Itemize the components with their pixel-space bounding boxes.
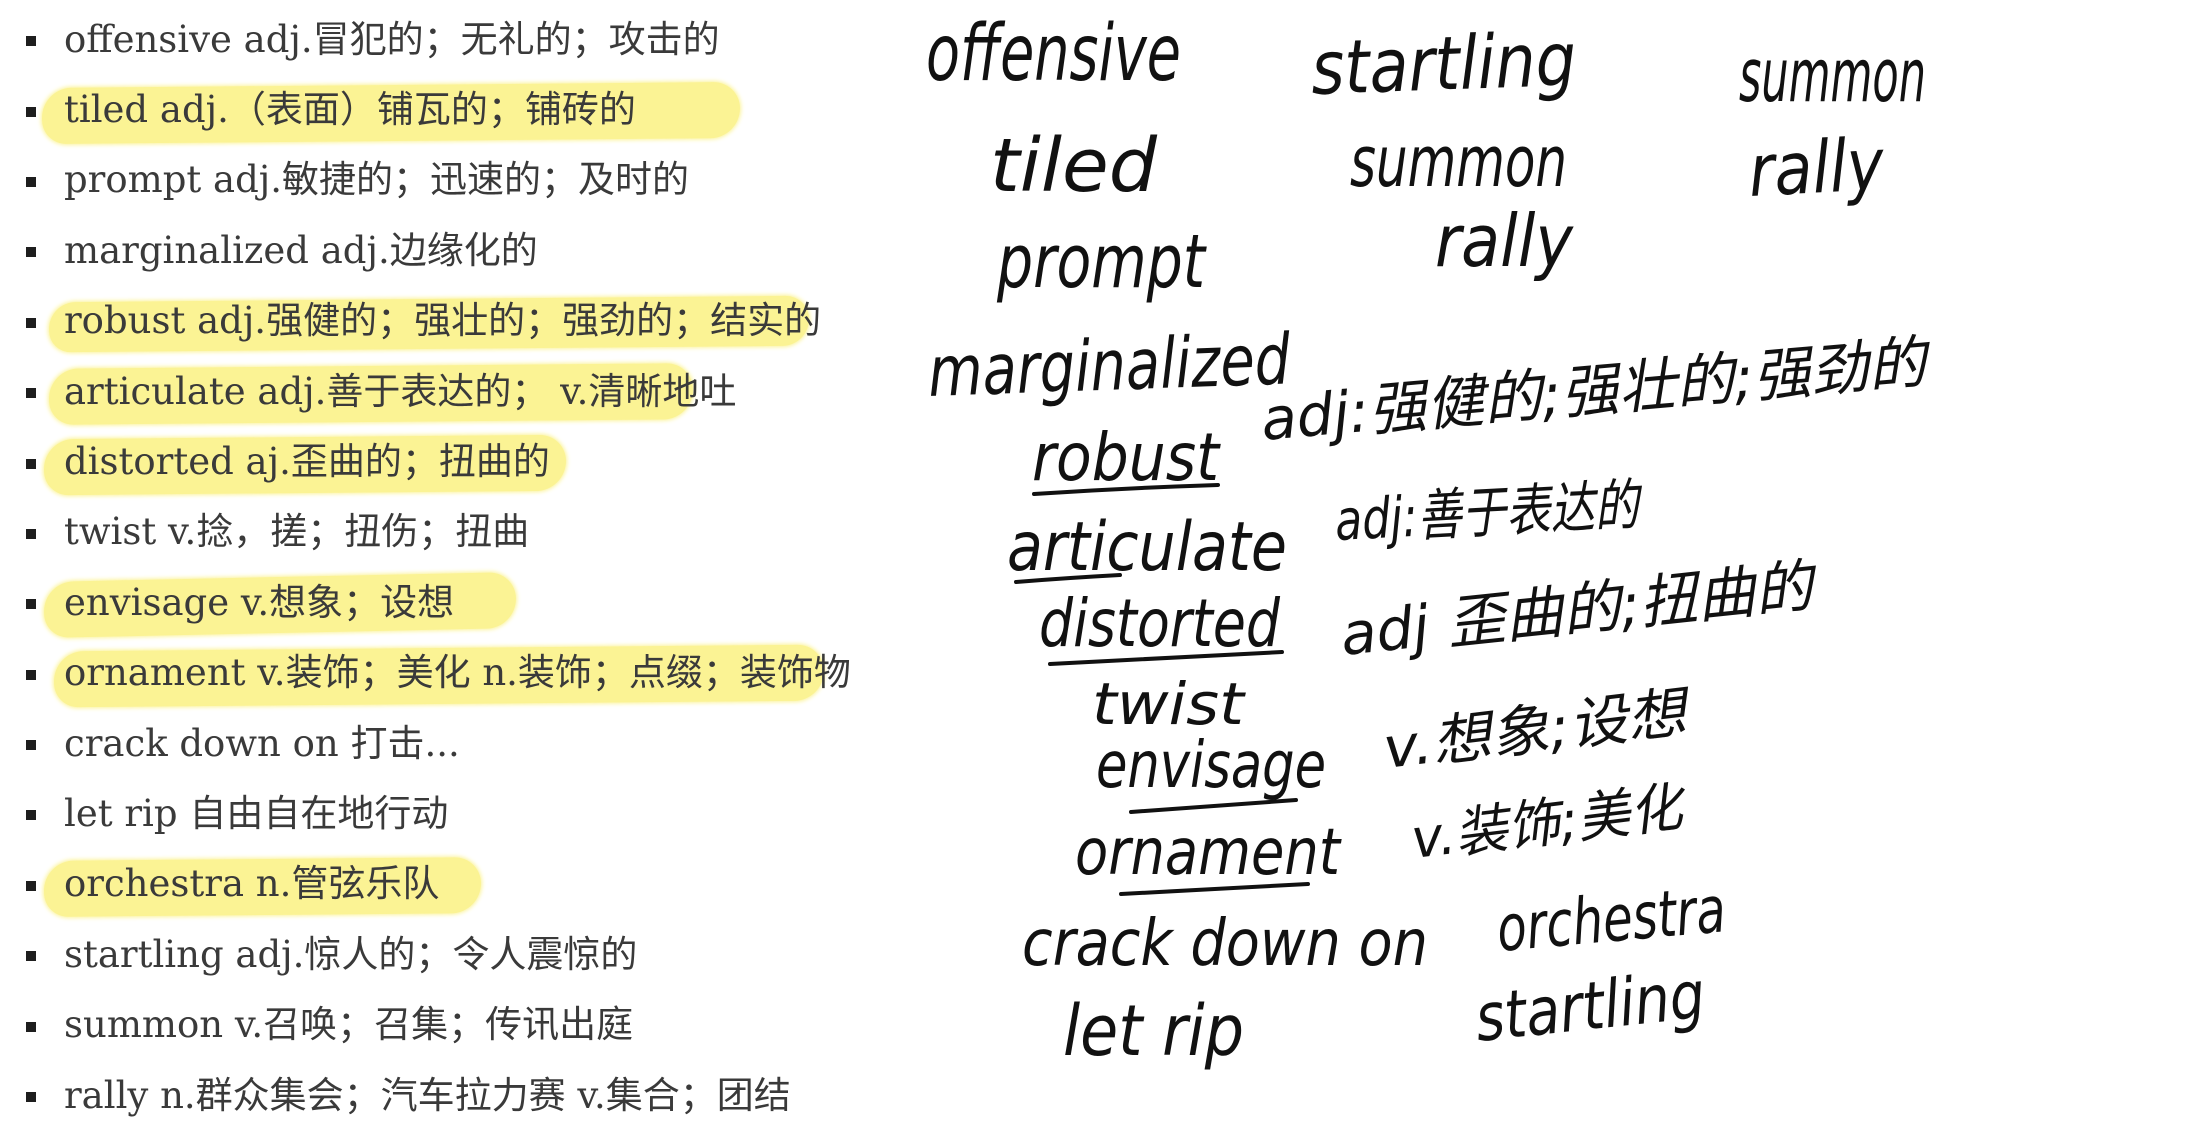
vocab-entry: distorted aj.歪曲的；扭曲的 — [64, 440, 550, 484]
vocab-entry: prompt adj.敏捷的；迅速的；及时的 — [64, 158, 690, 202]
handwritten-word: crack down on — [1022, 907, 1428, 981]
handwritten-word: robust — [1032, 419, 1221, 496]
underline-mark — [1014, 573, 1122, 584]
handwritten-definition: v.想象;设想 — [1380, 680, 1696, 782]
vocab-entry: startling adj.惊人的；令人震惊的 — [64, 932, 638, 976]
handwritten-word: summon — [1739, 33, 1926, 119]
vocab-entry: envisage v.想象；设想 — [64, 580, 455, 624]
list-item: ornament v.装饰；美化 n.装饰；点缀；装饰物 — [0, 638, 920, 708]
square-bullet-icon — [26, 176, 36, 187]
handwritten-word: startling — [1310, 17, 1578, 112]
square-bullet-icon — [26, 951, 36, 962]
square-bullet-icon — [26, 1021, 36, 1032]
handwritten-definition: adj 歪曲的;扭曲的 — [1337, 551, 1821, 669]
square-bullet-icon — [26, 388, 36, 399]
vocab-entry: crack down on 打击... — [64, 721, 460, 765]
vocab-entry: tiled adj.（表面）铺瓦的；铺砖的 — [64, 88, 636, 132]
handwritten-definition: v.装饰;美化 — [1408, 775, 1691, 871]
square-bullet-icon — [26, 599, 36, 610]
list-item: offensive adj.冒犯的；无礼的；攻击的 — [0, 4, 920, 74]
square-bullet-icon — [26, 1092, 36, 1103]
square-bullet-icon — [26, 36, 36, 47]
list-item: orchestra n.管弦乐队 — [0, 849, 920, 919]
vocab-entry: robust adj.强健的；强壮的；强劲的；结实的 — [64, 299, 822, 343]
handwritten-word: prompt — [996, 219, 1207, 305]
square-bullet-icon — [26, 247, 36, 258]
handwritten-word: rally — [1746, 122, 1886, 213]
vocab-entry: orchestra n.管弦乐队 — [64, 862, 440, 906]
list-item: twist v.捻，搓；扭伤；扭曲 — [0, 497, 920, 567]
handwritten-word: articulate — [1007, 508, 1287, 587]
underline-mark — [1048, 650, 1284, 666]
notes-page: offensive adj.冒犯的；无礼的；攻击的 tiled adj.（表面）… — [0, 0, 2207, 1146]
vocab-entry: rally n.群众集会；汽车拉力赛 v.集合；团结 — [64, 1073, 791, 1117]
handwritten-word: orchestra — [1494, 873, 1729, 967]
list-item: tiled adj.（表面）铺瓦的；铺砖的 — [0, 74, 920, 144]
vocabulary-list: offensive adj.冒犯的；无礼的；攻击的 tiled adj.（表面）… — [0, 4, 920, 1130]
handwritten-word: offensive — [926, 9, 1181, 99]
list-item: rally n.群众集会；汽车拉力赛 v.集合；团结 — [0, 1060, 920, 1130]
handwritten-word: marginalized — [927, 318, 1292, 413]
handwritten-definition: adj:强健的;强壮的;强劲的 — [1258, 328, 1934, 454]
underline-mark — [1032, 483, 1220, 496]
vocab-entry: let rip 自由自在地行动 — [64, 791, 449, 835]
list-item: envisage v.想象；设想 — [0, 567, 920, 639]
list-item: startling adj.惊人的；令人震惊的 — [0, 919, 920, 989]
list-item: let rip 自由自在地行动 — [0, 778, 920, 848]
list-item: prompt adj.敏捷的；迅速的；及时的 — [0, 145, 920, 215]
square-bullet-icon — [26, 880, 36, 891]
list-item: articulate adj.善于表达的； v.清晰地吐 — [0, 356, 920, 426]
handwritten-definition: adj:善于表达的 — [1333, 473, 1645, 554]
handwritten-word: distorted — [1039, 585, 1281, 662]
vocab-entry: articulate adj.善于表达的； v.清晰地吐 — [64, 369, 737, 413]
underline-mark — [1119, 882, 1310, 896]
list-item: summon v.召唤；召集；传讯出庭 — [0, 989, 920, 1059]
vocab-entry: offensive adj.冒犯的；无礼的；攻击的 — [64, 17, 720, 61]
handwritten-word: rally — [1435, 199, 1574, 283]
handwritten-word: tiled — [990, 123, 1158, 209]
square-bullet-icon — [26, 106, 36, 117]
handwritten-word: startling — [1472, 956, 1709, 1057]
square-bullet-icon — [26, 669, 36, 680]
handwritten-word: envisage — [1096, 729, 1326, 803]
square-bullet-icon — [26, 458, 36, 469]
square-bullet-icon — [26, 317, 36, 328]
handwritten-word: ornament — [1075, 816, 1342, 890]
square-bullet-icon — [26, 528, 36, 539]
square-bullet-icon — [26, 740, 36, 751]
square-bullet-icon — [26, 810, 36, 821]
list-item: distorted aj.歪曲的；扭曲的 — [0, 426, 920, 496]
underline-mark — [1129, 798, 1298, 814]
vocab-entry: ornament v.装饰；美化 n.装饰；点缀；装饰物 — [64, 651, 851, 695]
list-item: robust adj.强健的；强壮的；强劲的；结实的 — [0, 286, 920, 356]
handwritten-word: let rip — [1063, 990, 1244, 1072]
vocab-entry: marginalized adj.边缘化的 — [64, 228, 538, 272]
handwritten-word: twist — [1092, 670, 1246, 738]
list-item: marginalized adj.边缘化的 — [0, 215, 920, 285]
handwritten-word: summon — [1350, 121, 1567, 203]
vocab-entry: twist v.捻，搓；扭伤；扭曲 — [64, 510, 530, 554]
vocab-entry: summon v.召唤；召集；传讯出庭 — [64, 1003, 634, 1047]
list-item: crack down on 打击... — [0, 708, 920, 778]
